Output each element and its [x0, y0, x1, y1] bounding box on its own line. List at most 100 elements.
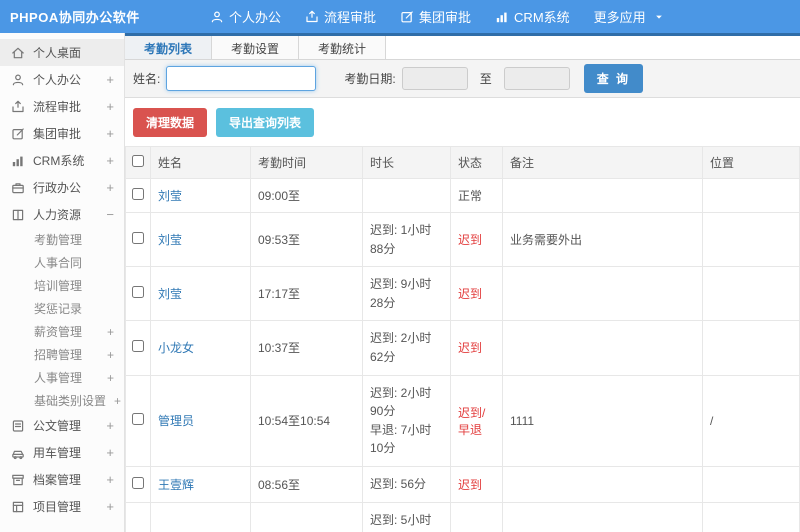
sidebar-item-label: 培训管理	[34, 279, 83, 293]
employee-name-link[interactable]: 王壹辉	[158, 478, 194, 492]
nav-item-label: 流程审批	[324, 10, 377, 25]
row-checkbox[interactable]	[132, 340, 144, 353]
nav-item-crm-system[interactable]: CRM系统	[495, 7, 570, 26]
remark-cell: 1111	[502, 374, 703, 467]
sidebar-item-hr-contract[interactable]: 人事合同	[0, 251, 124, 274]
attendance-time-cell: 17:17至	[250, 266, 363, 322]
nav-item-personal-office[interactable]: 个人办公	[210, 7, 281, 26]
remark-cell	[502, 320, 703, 376]
table-row: 刘莹 17:17至 迟到: 9小时28分 迟到	[125, 266, 800, 322]
employee-name-link[interactable]: 小龙女	[158, 341, 194, 355]
export-list-button[interactable]: 导出查询列表	[216, 108, 315, 137]
chart-icon	[11, 154, 25, 168]
sidebar-item-project-mgmt[interactable]: 项目管理 +	[0, 493, 124, 520]
status-cell: 迟到/早退	[450, 501, 503, 532]
employee-name-link[interactable]: 管理员	[158, 414, 194, 428]
sidebar-item-training-mgmt[interactable]: 培训管理	[0, 274, 124, 297]
sidebar-item-recruit-mgmt[interactable]: 招聘管理 +	[0, 343, 124, 366]
tab-attendance-list[interactable]: 考勤列表	[125, 36, 213, 59]
query-button[interactable]: 查 询	[583, 64, 644, 93]
remark-cell	[502, 501, 703, 532]
sidebar-item-salary-mgmt[interactable]: 薪资管理 +	[0, 320, 124, 343]
sidebar-item-reward-records[interactable]: 奖惩记录	[0, 297, 124, 320]
user-icon	[11, 73, 25, 87]
sidebar-item-personnel-mgmt[interactable]: 人事管理 +	[0, 366, 124, 389]
nav-item-workflow-approval[interactable]: 流程审批	[305, 7, 376, 26]
date-to-label: 至	[479, 72, 492, 86]
status-cell: 迟到/早退	[450, 374, 503, 467]
sidebar-item-human-resources[interactable]: 人力资源 −	[0, 201, 124, 228]
sidebar-item-crm-system[interactable]: CRM系统 +	[0, 147, 124, 174]
expand-plus-icon: +	[106, 324, 114, 339]
sidebar-item-base-category[interactable]: 基础类别设置 +	[0, 389, 124, 412]
sidebar-item-label: 个人桌面	[33, 46, 82, 60]
row-checkbox[interactable]	[132, 188, 144, 200]
column-header: 姓名	[150, 146, 251, 179]
user-icon	[210, 10, 224, 24]
employee-name-link[interactable]: 刘莹	[158, 189, 182, 203]
sidebar-item-label: 行政办公	[33, 181, 82, 195]
row-checkbox[interactable]	[132, 232, 144, 245]
sidebar-item-label: 招聘管理	[34, 348, 83, 362]
expand-plus-icon: +	[106, 445, 114, 460]
nav-item-label: 个人办公	[229, 10, 282, 25]
navbar-items: 个人办公 流程审批 集团审批 CRM系统 更多应用	[198, 7, 676, 26]
column-header: 备注	[502, 146, 703, 179]
remark-cell	[502, 465, 703, 503]
row-checkbox[interactable]	[132, 413, 144, 426]
status-cell: 迟到	[450, 211, 503, 268]
sidebar-item-archive-mgmt[interactable]: 档案管理 +	[0, 466, 124, 493]
select-all-checkbox[interactable]	[132, 155, 144, 167]
sidebar-item-admin-office[interactable]: 行政办公 +	[0, 174, 124, 201]
name-label: 姓名:	[133, 72, 161, 86]
expand-plus-icon: +	[106, 180, 114, 195]
column-header: 时长	[362, 146, 451, 179]
date-from-input[interactable]	[401, 67, 468, 90]
name-search-input[interactable]	[166, 66, 317, 91]
location-cell: /	[702, 374, 800, 467]
sidebar-item-vehicle-mgmt[interactable]: 用车管理 +	[0, 439, 124, 466]
table-header-row: 姓名 考勤时间 时长 状态 备注 位置	[125, 146, 800, 179]
row-checkbox[interactable]	[132, 286, 144, 299]
status-cell: 迟到	[450, 266, 503, 322]
tab-attendance-stats[interactable]: 考勤统计	[299, 36, 387, 59]
doc-icon	[11, 419, 25, 433]
employee-name-link[interactable]: 刘莹	[158, 233, 182, 247]
expand-plus-icon: +	[106, 72, 114, 87]
nav-item-more-apps[interactable]: 更多应用	[594, 7, 664, 26]
column-header: 状态	[450, 146, 503, 179]
sidebar-item-personal-office[interactable]: 个人办公 +	[0, 66, 124, 93]
attendance-time-cell: 08:56至	[250, 465, 363, 503]
sidebar-item-label: 个人办公	[33, 73, 82, 87]
table-row: 刘莹 09:00至 正常	[125, 178, 800, 213]
location-cell	[702, 320, 800, 376]
attendance-time-cell: 10:37至	[250, 320, 363, 376]
expand-plus-icon: +	[106, 472, 114, 487]
sidebar-item-label: 公文管理	[33, 419, 82, 433]
process-icon	[11, 100, 25, 114]
sidebar-item-document-mgmt[interactable]: 公文管理 +	[0, 412, 124, 439]
chart-icon	[495, 10, 509, 24]
tab-attendance-settings[interactable]: 考勤设置	[212, 36, 300, 59]
column-header: 考勤时间	[250, 146, 363, 179]
column-header: 位置	[702, 146, 800, 179]
clear-data-button[interactable]: 清理数据	[133, 108, 208, 137]
archive-icon	[11, 473, 25, 487]
status-cell: 迟到	[450, 465, 503, 503]
sidebar-item-workflow-approval[interactable]: 流程审批 +	[0, 93, 124, 120]
location-cell	[702, 266, 800, 322]
row-checkbox[interactable]	[132, 476, 144, 489]
employee-name-link[interactable]: 刘莹	[158, 287, 182, 301]
duration-cell: 迟到: 9小时28分	[362, 266, 451, 322]
remark-cell	[502, 266, 703, 322]
duration-cell: 迟到: 56分	[362, 465, 451, 503]
sidebar-item-attendance-mgmt[interactable]: 考勤管理	[0, 228, 124, 251]
home-icon	[11, 46, 25, 60]
location-cell: /	[702, 501, 800, 532]
sidebar-item-personal-desktop[interactable]: 个人桌面	[0, 39, 124, 66]
sidebar-item-label: 人事管理	[34, 371, 83, 385]
nav-item-group-approval[interactable]: 集团审批	[400, 7, 471, 26]
search-toolbar: 姓名: 考勤日期: 至 查 询	[125, 60, 800, 98]
date-to-input[interactable]	[503, 67, 570, 90]
sidebar-item-group-approval[interactable]: 集团审批 +	[0, 120, 124, 147]
